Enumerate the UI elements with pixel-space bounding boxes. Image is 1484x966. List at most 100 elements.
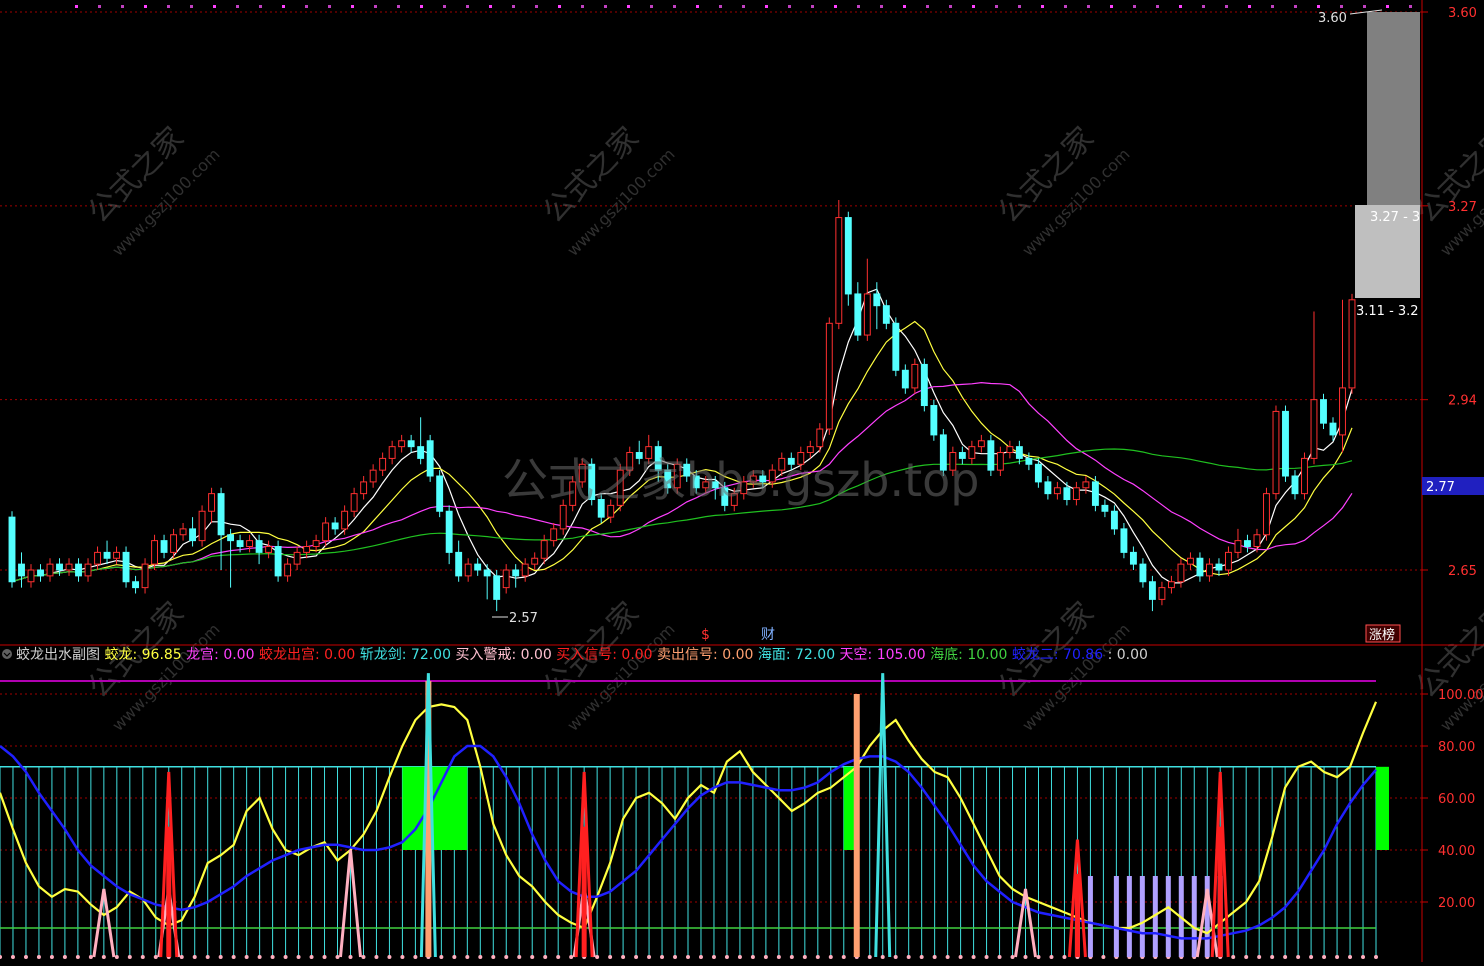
candle-up: [246, 540, 254, 548]
event-dot: [1363, 5, 1366, 8]
candle-down: [901, 369, 909, 389]
event-dot: [236, 5, 239, 8]
event-dot: [75, 5, 78, 8]
legend-value: 0.00: [621, 647, 657, 663]
baseline-dot: [1309, 955, 1314, 959]
candle-up: [398, 440, 406, 448]
candle-up: [1167, 581, 1175, 589]
candle-down: [436, 475, 444, 512]
baseline-dot: [673, 955, 678, 959]
event-dot: [1225, 5, 1228, 8]
event-cai-marker[interactable]: 财: [761, 627, 775, 643]
legend-value: 70.86: [1063, 647, 1108, 663]
candle-down: [1329, 422, 1337, 436]
candle-down: [426, 440, 434, 477]
legend-label: :: [1108, 647, 1117, 663]
baseline-dot: [478, 955, 483, 959]
event-dot: [949, 5, 952, 8]
event-dot: [328, 5, 331, 8]
candle-up: [1072, 487, 1080, 501]
candle-down: [56, 563, 63, 571]
lavender-bar: [1191, 876, 1197, 957]
candle-up: [151, 540, 158, 565]
event-dot: [1018, 5, 1021, 8]
legend-label: 蛟龙二:: [1012, 647, 1063, 663]
candle-down: [1025, 457, 1033, 465]
event-dot: [1271, 5, 1274, 8]
baseline-dot: [309, 955, 314, 959]
baseline-dot: [686, 955, 690, 959]
event-dot: [857, 5, 860, 8]
candle-down: [122, 551, 130, 583]
candle-down: [417, 446, 425, 459]
event-dot: [1386, 5, 1389, 8]
baseline-dot: [231, 955, 236, 959]
baseline-dot: [711, 955, 716, 959]
legend-value: 72.00: [795, 647, 840, 663]
zhangbang-badge[interactable]: 涨榜: [1365, 624, 1401, 643]
legend-line: 蛟龙出水副图 蛟龙: 96.85 龙宫: 0.00 蛟龙出宫: 0.00 斩龙剑…: [16, 647, 1148, 663]
event-dollar-marker[interactable]: $: [701, 627, 710, 643]
baseline-dot: [828, 955, 833, 959]
event-dot: [98, 5, 101, 8]
candle-down: [18, 563, 25, 577]
candle-up: [540, 540, 548, 559]
candle-up: [293, 551, 301, 565]
candle-down: [920, 363, 928, 407]
event-dot: [903, 5, 906, 8]
event-dot: [834, 5, 837, 8]
candle-down: [1101, 504, 1109, 512]
baseline-dot: [192, 955, 197, 959]
candle-up: [1272, 410, 1280, 495]
candle-up: [531, 557, 539, 565]
event-dot: [1409, 5, 1412, 8]
legend-label: 买入警戒:: [455, 647, 520, 663]
baseline-dot: [841, 955, 846, 959]
price-tick-label: 2.94: [1448, 394, 1477, 409]
high-marker-label: 3.60: [1318, 11, 1347, 26]
baseline-dot: [893, 955, 898, 959]
candle-up: [322, 522, 330, 542]
candle-down: [445, 510, 453, 553]
baseline-dot: [569, 955, 574, 959]
baseline-dot: [1257, 955, 1262, 959]
baseline-dot: [374, 955, 379, 959]
event-dot: [512, 5, 515, 8]
event-dot: [1041, 5, 1044, 8]
candle-down: [1196, 557, 1204, 577]
indicator-tick-label: 60.00: [1438, 792, 1475, 807]
candle-up: [1082, 481, 1090, 489]
candle-up: [179, 528, 187, 536]
candle-up: [141, 563, 149, 589]
chart-canvas: 公式之家www.gszj100.com 公式之家www.gszj100.com 公式…: [0, 0, 1484, 962]
legend-value: 10.00: [967, 647, 1012, 663]
candle-down: [882, 305, 890, 324]
candle-up: [1253, 534, 1261, 548]
candle-down: [854, 293, 862, 336]
event-dot: [213, 5, 216, 8]
event-dot: [1340, 5, 1343, 8]
baseline-dot: [257, 955, 262, 959]
baseline-dot: [737, 955, 742, 959]
event-dot: [1202, 5, 1205, 8]
baseline-dot: [647, 955, 652, 959]
candle-down: [1110, 510, 1118, 530]
event-dot: [627, 5, 630, 8]
legend-label: 龙宫:: [186, 647, 223, 663]
event-dot: [1156, 5, 1159, 8]
collapse-icon[interactable]: [2, 649, 12, 659]
indicator-tick-label: 100.00: [1438, 688, 1484, 703]
candle-up: [84, 563, 92, 577]
event-dot: [765, 5, 768, 8]
indicator-tick-label: 80.00: [1438, 740, 1475, 755]
baseline-dot: [1335, 955, 1340, 959]
range-lower-label: 3.11 - 3.2: [1356, 304, 1419, 319]
event-dot: [880, 5, 883, 8]
baseline-dot: [776, 955, 781, 959]
candle-down: [227, 534, 235, 542]
candle-down: [930, 405, 938, 436]
candle-down: [8, 516, 16, 583]
candle-down: [1215, 563, 1223, 571]
candle-up: [379, 457, 387, 471]
indicator-title: 蛟龙出水副图: [16, 647, 104, 663]
